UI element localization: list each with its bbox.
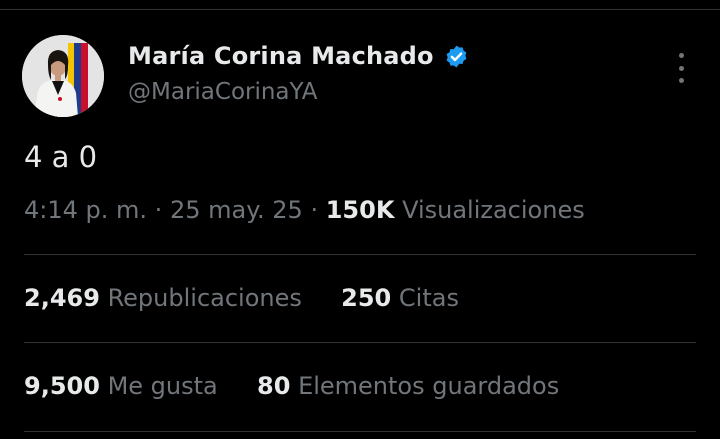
meta-separator: · <box>310 196 319 224</box>
more-options-icon[interactable] <box>674 53 688 83</box>
likes-count: 9,500 <box>24 372 100 400</box>
reposts-count: 2,469 <box>24 284 100 312</box>
meta-separator: · <box>154 196 163 224</box>
quotes-label: Citas <box>398 284 459 312</box>
tweet-date[interactable]: 25 may. 25 <box>170 196 303 224</box>
author-name-row: María Corina Machado <box>128 39 469 73</box>
tweet-time[interactable]: 4:14 p. m. <box>24 196 147 224</box>
bookmarks-stat[interactable]: 80 Elementos guardados <box>257 372 559 400</box>
tweet-meta: 4:14 p. m. · 25 may. 25 · 150K Visualiza… <box>24 196 585 224</box>
quotes-stat[interactable]: 250 Citas <box>341 284 459 312</box>
views-count: 150K <box>325 196 395 224</box>
author-handle[interactable]: @MariaCorinaYA <box>128 79 469 105</box>
avatar[interactable] <box>22 35 104 117</box>
divider <box>24 254 696 255</box>
bookmarks-count: 80 <box>257 372 291 400</box>
top-divider <box>0 9 720 10</box>
likes-label: Me gusta <box>107 372 218 400</box>
bookmarks-label: Elementos guardados <box>298 372 560 400</box>
more-dot <box>678 78 684 83</box>
author-identity: María Corina Machado @MariaCorinaYA <box>128 39 469 105</box>
author-name[interactable]: María Corina Machado <box>128 42 434 70</box>
reposts-label: Republicaciones <box>107 284 302 312</box>
divider <box>24 342 696 343</box>
tweet-header: María Corina Machado @MariaCorinaYA <box>22 35 698 117</box>
likes-stat[interactable]: 9,500 Me gusta <box>24 372 225 400</box>
verified-badge-icon[interactable] <box>444 44 469 69</box>
views-label: Visualizaciones <box>402 196 585 224</box>
divider <box>24 431 696 432</box>
tweet-text: 4 a 0 <box>24 140 98 174</box>
reposts-stat[interactable]: 2,469 Republicaciones <box>24 284 310 312</box>
avatar-image <box>22 35 104 117</box>
tweet-detail: María Corina Machado @MariaCorinaYA 4 a … <box>0 0 720 439</box>
more-dot <box>678 53 684 58</box>
stats-row-reposts: 2,469 Republicaciones 250 Citas <box>24 284 459 312</box>
stats-row-likes: 9,500 Me gusta 80 Elementos guardados <box>24 372 559 400</box>
quotes-count: 250 <box>341 284 392 312</box>
more-dot <box>678 65 684 71</box>
